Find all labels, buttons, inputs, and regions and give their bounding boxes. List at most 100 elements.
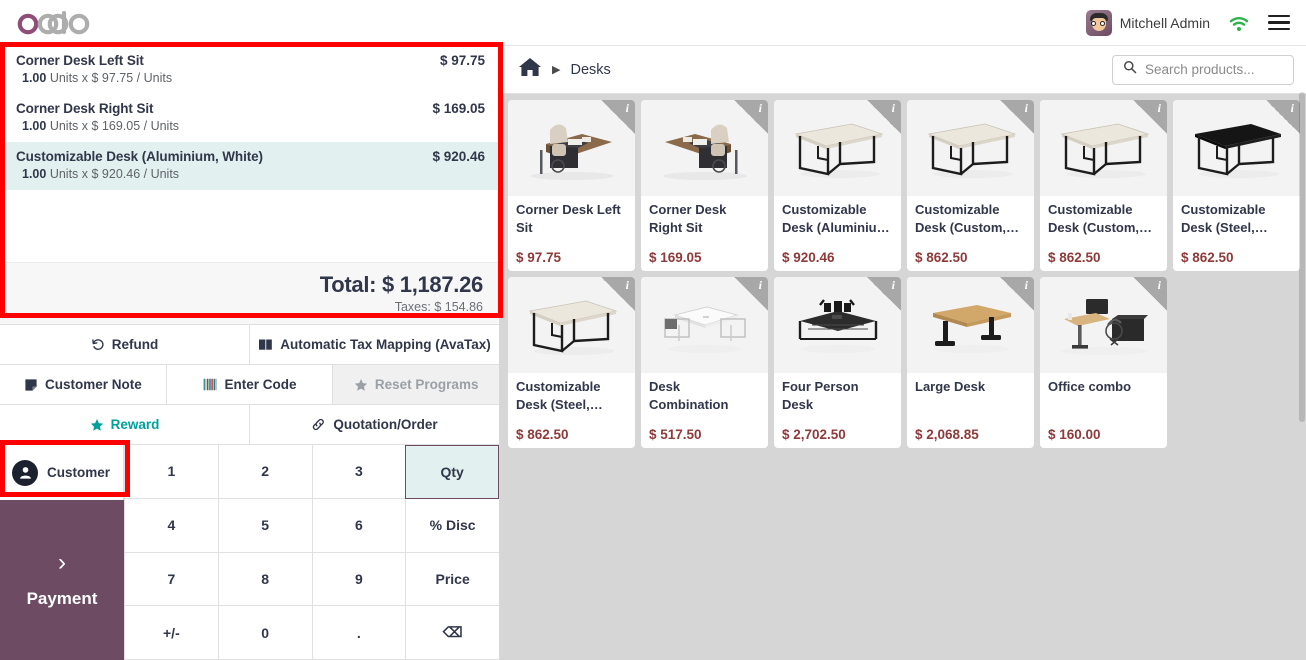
control-row-3: Reward Quotation/Order xyxy=(0,404,499,444)
order-taxes: Taxes: $ 154.86 xyxy=(394,300,483,314)
product-info-icon[interactable]: i xyxy=(601,100,635,134)
numpad-key-7[interactable]: 7 xyxy=(124,552,218,607)
numpad-key-8[interactable]: 8 xyxy=(217,552,312,607)
product-price: $ 862.50 xyxy=(1048,250,1101,265)
order-line[interactable]: Customizable Desk (Aluminium, White) $ 92… xyxy=(0,142,499,190)
product-card[interactable]: i Customizable Desk (Steel,… $ 862.50 xyxy=(1173,100,1300,271)
order-line-qty: 1.00 xyxy=(22,167,47,181)
numpad-key-plus-minus[interactable]: +/- xyxy=(124,606,218,660)
numpad-key-6[interactable]: 6 xyxy=(311,498,406,553)
chevron-right-icon: › xyxy=(58,549,66,576)
numpad-key-price[interactable]: Price xyxy=(405,552,499,607)
product-info-icon[interactable]: i xyxy=(1133,100,1167,134)
order-line-name: Corner Desk Left Sit xyxy=(16,53,144,68)
numpad-key-label: 7 xyxy=(167,570,176,587)
home-icon[interactable] xyxy=(518,56,542,83)
product-info-icon[interactable]: i xyxy=(1133,277,1167,311)
left-panel: Corner Desk Left Sit $ 97.75 1.00 Units x … xyxy=(0,46,500,660)
numpad-key-0[interactable]: 0 xyxy=(217,606,312,660)
product-info-icon[interactable]: i xyxy=(1000,277,1034,311)
product-name: Corner Desk Left Sit xyxy=(516,202,621,235)
star-icon-disabled xyxy=(354,378,368,392)
product-card[interactable]: i Customizable Desk (Custom,… $ 862.50 xyxy=(907,100,1034,271)
product-name: Large Desk xyxy=(915,379,986,394)
numpad-key-2[interactable]: 2 xyxy=(217,445,312,499)
product-name: Customizable Desk (Custom,… xyxy=(1048,202,1153,235)
product-info-icon[interactable]: i xyxy=(867,277,901,311)
order-line[interactable]: Corner Desk Right Sit $ 169.05 1.00 Units … xyxy=(0,94,499,142)
numpad-key-3[interactable]: 3 xyxy=(311,445,406,499)
product-card-body: Customizable Desk (Steel,… $ 862.50 xyxy=(508,373,635,448)
product-card[interactable]: i Corner Desk Left Sit $ 97.75 xyxy=(508,100,635,271)
control-button-automatic-tax-mapping-avatax[interactable]: Automatic Tax Mapping (AvaTax) xyxy=(250,325,499,364)
numpad-key-label: 3 xyxy=(354,463,363,480)
numpad-key-qty[interactable]: Qty xyxy=(405,445,499,499)
product-card[interactable]: i Customizable Desk (Steel,… $ 862.50 xyxy=(508,277,635,448)
product-price: $ 862.50 xyxy=(516,427,569,442)
product-card[interactable]: i Customizable Desk (Custom,… $ 862.50 xyxy=(1040,100,1167,271)
control-button-quotation-order[interactable]: Quotation/Order xyxy=(250,405,499,444)
product-info-icon[interactable]: i xyxy=(601,277,635,311)
product-card[interactable]: i Customizable Desk (Aluminiu… $ 920.46 xyxy=(774,100,901,271)
product-name: Corner Desk Right Sit xyxy=(649,202,727,235)
product-card[interactable]: i Office combo $ 160.00 xyxy=(1040,277,1167,448)
product-card[interactable]: i Large Desk $ 2,068.85 xyxy=(907,277,1034,448)
product-price: $ 2,068.85 xyxy=(915,427,979,442)
order-line-price: $ 97.75 xyxy=(439,53,485,68)
wifi-icon[interactable] xyxy=(1228,14,1250,32)
product-info-icon[interactable]: i xyxy=(734,277,768,311)
numpad-key-decimal[interactable]: . xyxy=(311,606,406,660)
search-input[interactable] xyxy=(1145,62,1283,77)
odoo-logo[interactable] xyxy=(16,10,98,35)
product-image: i xyxy=(907,100,1034,196)
control-row-2: Customer Note Enter Code Reset Programs xyxy=(0,364,500,404)
user-chip[interactable]: Mitchell Admin xyxy=(1085,9,1210,36)
customer-button[interactable]: Customer xyxy=(0,445,124,500)
control-button-enter-code[interactable]: Enter Code xyxy=(166,365,334,404)
product-info-label: i xyxy=(891,278,895,292)
control-button-customer-note[interactable]: Customer Note xyxy=(0,365,167,404)
product-info-icon[interactable]: i xyxy=(1266,100,1300,134)
order-line-detail: 1.00 Units x $ 97.75 / Units xyxy=(16,71,485,85)
numpad-key-5[interactable]: 5 xyxy=(217,498,312,553)
control-button-label: Enter Code xyxy=(224,377,297,392)
numpad-key-4[interactable]: 4 xyxy=(124,498,218,553)
product-price: $ 160.00 xyxy=(1048,427,1101,442)
numpad-key-percent-discount[interactable]: % Disc xyxy=(405,498,499,553)
product-card[interactable]: i Corner Desk Right Sit $ 169.05 xyxy=(641,100,768,271)
numpad-key-backspace[interactable]: ⌫ xyxy=(405,606,499,660)
breadcrumb-category-desks[interactable]: Desks xyxy=(570,62,610,78)
order-line-name: Corner Desk Right Sit xyxy=(16,101,154,116)
numpad-key-9[interactable]: 9 xyxy=(311,552,406,607)
payment-button[interactable]: › Payment xyxy=(0,500,124,660)
search-icon xyxy=(1123,60,1137,79)
payment-button-label: Payment xyxy=(26,589,98,608)
product-card-body: Customizable Desk (Aluminiu… $ 920.46 xyxy=(774,196,901,271)
hamburger-menu-icon[interactable] xyxy=(1268,14,1290,31)
numpad-key-1[interactable]: 1 xyxy=(124,445,218,499)
product-card[interactable]: i Desk Combination $ 517.50 xyxy=(641,277,768,448)
person-circle-icon xyxy=(12,459,38,486)
product-card[interactable]: i Four Person Desk $ 2,702.50 xyxy=(774,277,901,448)
control-button-label: Customer Note xyxy=(44,377,142,392)
control-button-refund[interactable]: Refund xyxy=(0,325,250,364)
product-image: i xyxy=(774,277,901,373)
book-icon xyxy=(258,338,273,351)
product-search-box[interactable] xyxy=(1112,54,1294,85)
control-button-reward[interactable]: Reward xyxy=(0,405,250,444)
product-card-body: Large Desk $ 2,068.85 xyxy=(907,373,1034,448)
product-name: Four Person Desk xyxy=(782,379,859,412)
product-info-icon[interactable]: i xyxy=(734,100,768,134)
product-image: i xyxy=(641,277,768,373)
order-line[interactable]: Corner Desk Left Sit $ 97.75 1.00 Units x … xyxy=(0,46,499,94)
order-line-unit-price: Units x $ 169.05 / Units xyxy=(49,119,180,133)
product-card-body: Four Person Desk $ 2,702.50 xyxy=(774,373,901,448)
top-bar: Mitchell Admin xyxy=(0,0,1306,46)
numpad-key-label: 5 xyxy=(261,517,270,534)
product-image: i xyxy=(907,277,1034,373)
numpad-key-label: +/- xyxy=(163,624,180,641)
product-grid-scrollbar[interactable] xyxy=(1299,92,1305,422)
product-info-icon[interactable]: i xyxy=(1000,100,1034,134)
product-image: i xyxy=(774,100,901,196)
product-info-icon[interactable]: i xyxy=(867,100,901,134)
